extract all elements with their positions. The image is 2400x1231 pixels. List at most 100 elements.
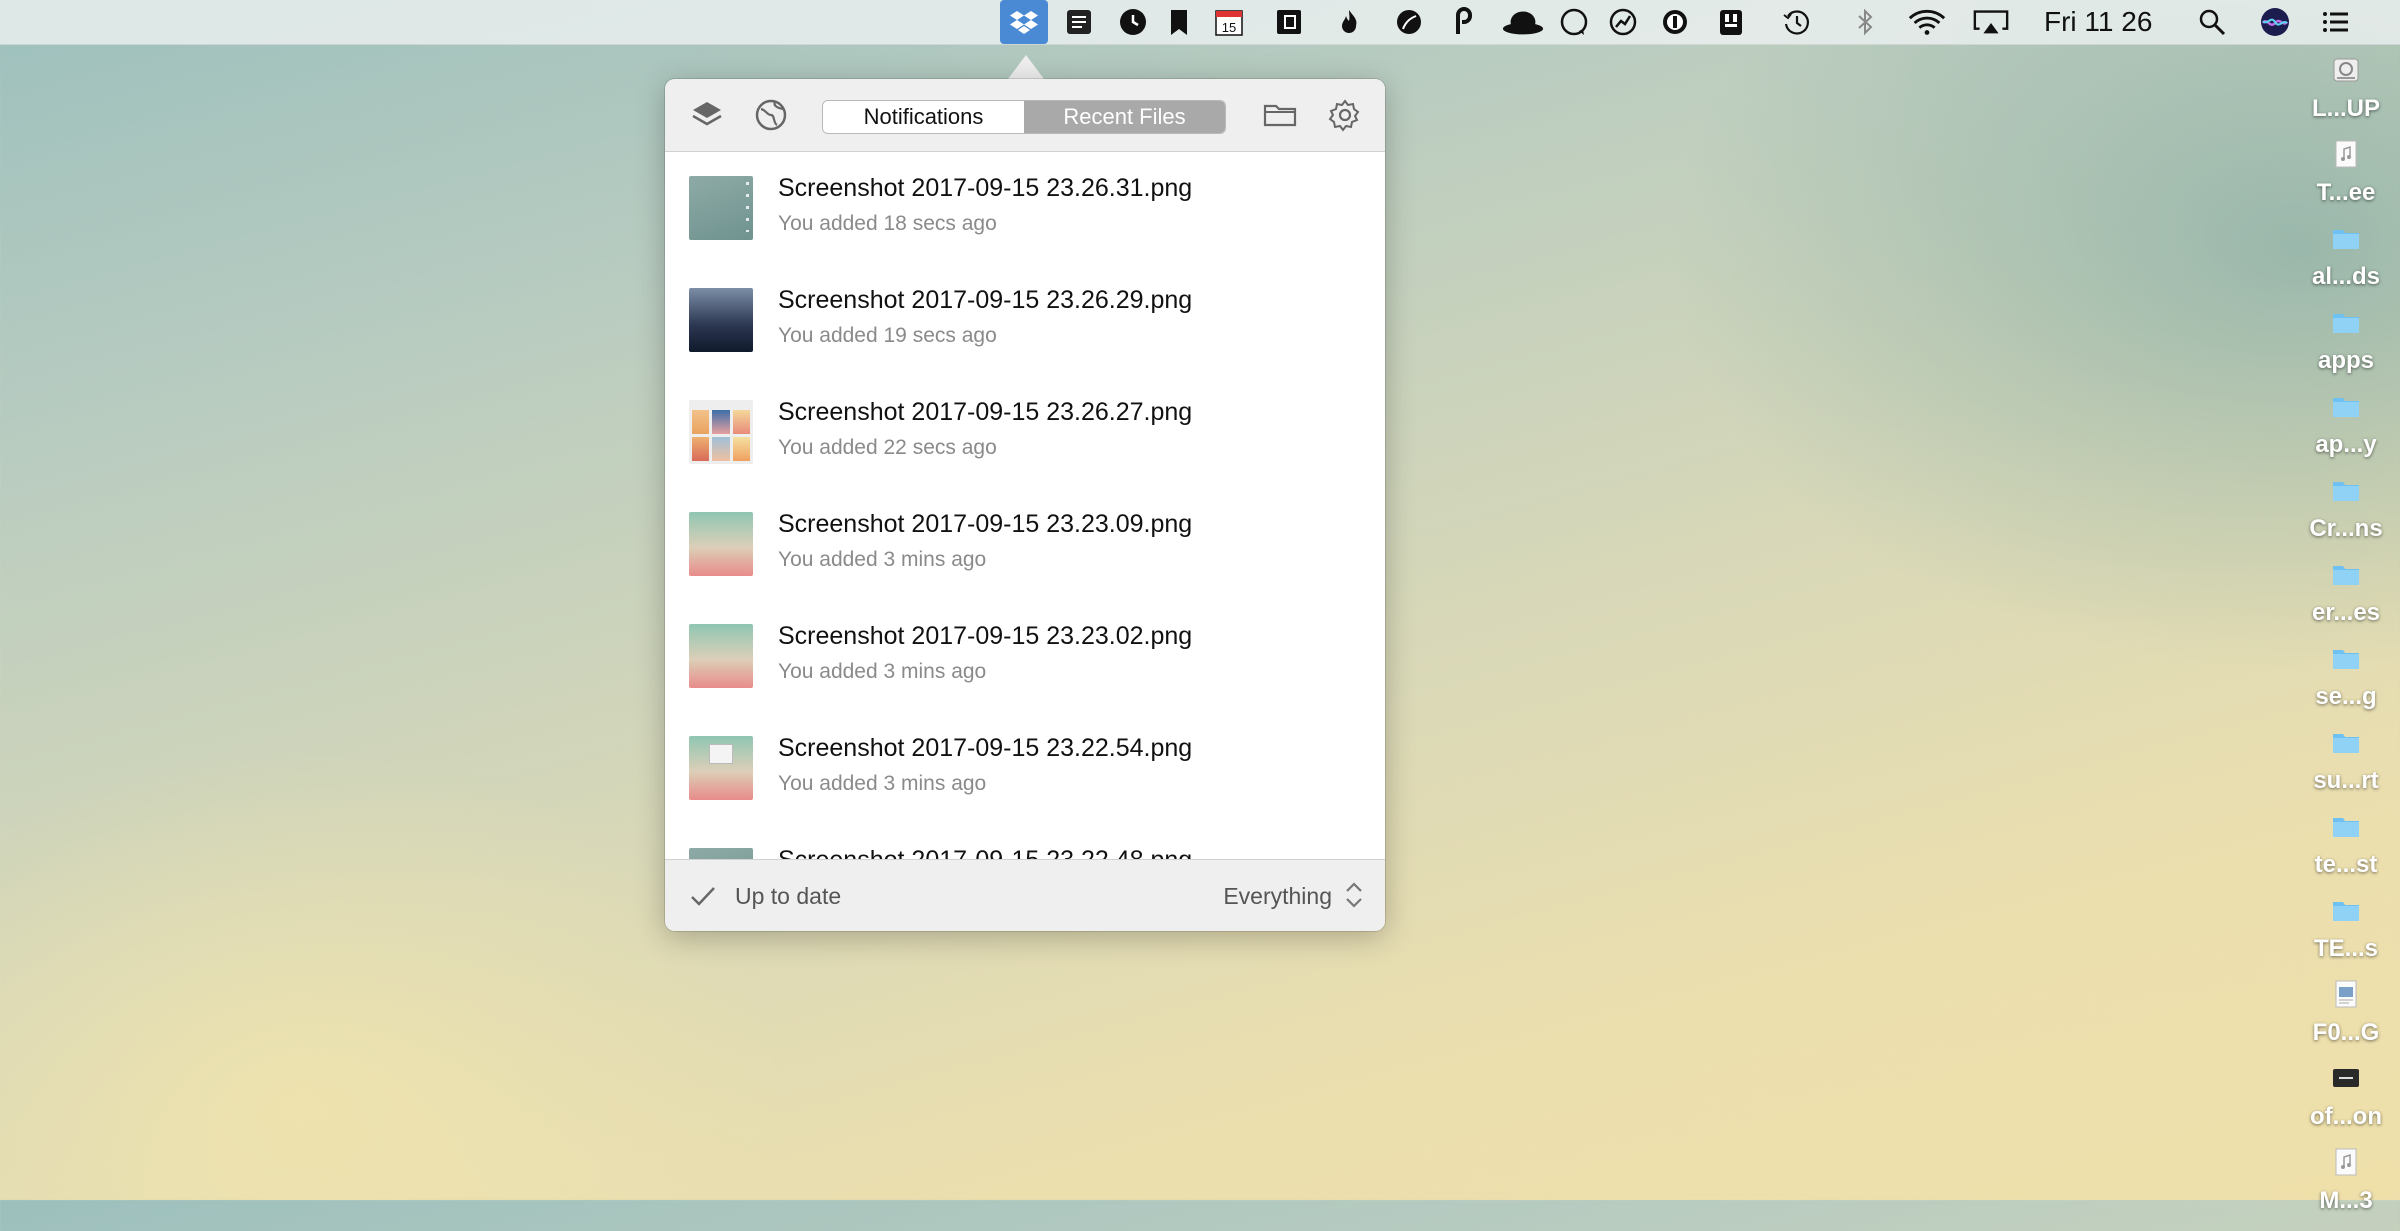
file-name: Screenshot 2017-09-15 23.23.02.png [778, 622, 1193, 650]
chat-icon[interactable] [1557, 5, 1591, 39]
desktop-item[interactable]: of...on [2300, 1063, 2392, 1147]
file-thumbnail [689, 400, 753, 464]
terminal-icon [2333, 1069, 2359, 1087]
list-item[interactable]: Screenshot 2017-09-15 23.23.02.png You a… [665, 600, 1385, 712]
folder-icon [2333, 818, 2359, 837]
list-item[interactable]: Screenshot 2017-09-15 23.26.29.png You a… [665, 264, 1385, 376]
file-meta: You added 3 mins ago [778, 548, 987, 571]
siri-icon[interactable] [2258, 5, 2292, 39]
folder-icon [2333, 902, 2359, 921]
desktop-item-label: L...UP [2311, 95, 2380, 122]
leaf-icon[interactable] [1392, 5, 1426, 39]
desktop-item[interactable]: te...st [2300, 811, 2392, 895]
desktop-item[interactable]: apps [2300, 307, 2392, 391]
list-item[interactable]: Screenshot 2017-09-15 23.23.09.png You a… [665, 488, 1385, 600]
notification-center-icon[interactable] [2318, 5, 2352, 39]
airplay-icon[interactable] [1971, 5, 2011, 39]
desktop-item-label: al...ds [2311, 263, 2381, 290]
wifi-icon[interactable] [1905, 5, 1949, 39]
bowler-hat-icon[interactable] [1500, 5, 1546, 39]
checkmark-icon [691, 887, 715, 906]
folder-icon [2333, 482, 2359, 501]
compass-icon[interactable] [1606, 5, 1640, 39]
desktop-item[interactable]: Cr...ns [2300, 475, 2392, 559]
menu-bar-clock[interactable]: Fri 11 26 [2044, 6, 2152, 38]
desktop-item[interactable]: T...ee [2300, 139, 2392, 223]
desktop-item-label: of...on [2310, 1103, 2382, 1130]
list-item[interactable]: Screenshot 2017-09-15 23.22.48.png [665, 824, 1385, 859]
file-meta: You added 18 secs ago [778, 212, 997, 235]
flame-icon[interactable] [1332, 5, 1366, 39]
file-thumbnail [689, 288, 753, 352]
folder-icon [2333, 314, 2359, 333]
dropbox-icon[interactable] [1000, 0, 1048, 44]
folder-icon [2333, 566, 2359, 585]
folder-icon [2333, 650, 2359, 669]
dropbox-popup: Notifications Recent Files Screenshot 20… [665, 79, 1385, 931]
list-item[interactable]: Screenshot 2017-09-15 23.26.31.png You a… [665, 152, 1385, 264]
desktop-item-label: F0...G [2312, 1019, 2380, 1046]
p-icon[interactable] [1446, 5, 1480, 39]
globe-icon[interactable] [753, 97, 789, 133]
desktop-item[interactable]: M...3 [2300, 1147, 2392, 1231]
file-thumbnail [689, 512, 753, 576]
file-thumbnail [689, 176, 753, 240]
desktop-item-label: TE...s [2313, 935, 2379, 962]
cup-icon[interactable] [1714, 5, 1748, 39]
desktop-item[interactable]: ap...y [2300, 391, 2392, 475]
file-meta: You added 3 mins ago [778, 660, 987, 683]
desktop-item[interactable]: su...rt [2300, 727, 2392, 811]
gear-icon[interactable] [1327, 97, 1363, 133]
file-name: Screenshot 2017-09-15 23.22.54.png [778, 734, 1193, 762]
recent-files-list: Screenshot 2017-09-15 23.26.31.png You a… [665, 152, 1385, 859]
desktop-item[interactable]: TE...s [2300, 895, 2392, 979]
folder-icon [2333, 398, 2359, 417]
ticket-icon[interactable] [1062, 5, 1096, 39]
file-meta: You added 22 secs ago [778, 436, 997, 459]
calendar-icon[interactable]: 15 [1212, 5, 1246, 39]
popup-caret [1008, 55, 1044, 79]
time-machine-icon[interactable] [1780, 5, 1814, 39]
clock-app-icon[interactable] [1116, 5, 1150, 39]
tab-notifications[interactable]: Notifications [823, 101, 1024, 133]
spotlight-search-icon[interactable] [2195, 5, 2229, 39]
file-name: Screenshot 2017-09-15 23.26.27.png [778, 398, 1193, 426]
bluetooth-icon[interactable] [1848, 5, 1882, 39]
desktop-item[interactable]: al...ds [2300, 223, 2392, 307]
disk-icon [2333, 58, 2359, 82]
folder-icon [2333, 230, 2359, 249]
tab-switcher: Notifications Recent Files [822, 100, 1226, 134]
audio-file-icon [2335, 140, 2357, 168]
folder-icon[interactable] [1262, 97, 1298, 133]
desktop-item-label: er...es [2311, 599, 2381, 626]
tab-recent-files[interactable]: Recent Files [1024, 101, 1225, 133]
info-circle-icon[interactable] [1658, 5, 1692, 39]
calendar-day: 15 [1222, 20, 1236, 35]
file-thumbnail [689, 848, 753, 859]
file-name: Screenshot 2017-09-15 23.26.29.png [778, 286, 1193, 314]
desktop-item-label: M...3 [2319, 1187, 2373, 1214]
desktop-item[interactable]: se...g [2300, 643, 2392, 727]
desktop-item-label: T...ee [2316, 179, 2376, 206]
popup-header: Notifications Recent Files [665, 79, 1385, 152]
sync-status: Up to date [735, 883, 842, 909]
file-meta: You added 19 secs ago [778, 324, 997, 347]
folder-icon [2333, 734, 2359, 753]
desktop-item[interactable]: F0...G [2300, 979, 2392, 1063]
list-item[interactable]: Screenshot 2017-09-15 23.22.54.png You a… [665, 712, 1385, 824]
file-name: Screenshot 2017-09-15 23.22.48.png [778, 846, 1192, 859]
bookmark-icon[interactable] [1162, 5, 1196, 39]
chevron-up-down-icon[interactable] [1343, 880, 1365, 910]
desktop-item[interactable]: L...UP [2300, 55, 2392, 139]
notes-icon[interactable] [1272, 5, 1306, 39]
menu-bar: 15 Fri 11 26 [0, 0, 2400, 45]
desktop-item[interactable]: er...es [2300, 559, 2392, 643]
image-file-icon [2335, 980, 2357, 1008]
file-thumbnail [689, 736, 753, 800]
popup-footer: Up to date Everything [665, 859, 1385, 931]
desktop-item-label: Cr...ns [2309, 515, 2383, 542]
dropbox-layers-icon[interactable] [689, 97, 725, 133]
list-item[interactable]: Screenshot 2017-09-15 23.26.27.png You a… [665, 376, 1385, 488]
file-thumbnail [689, 624, 753, 688]
filter-select[interactable]: Everything [1223, 883, 1332, 910]
